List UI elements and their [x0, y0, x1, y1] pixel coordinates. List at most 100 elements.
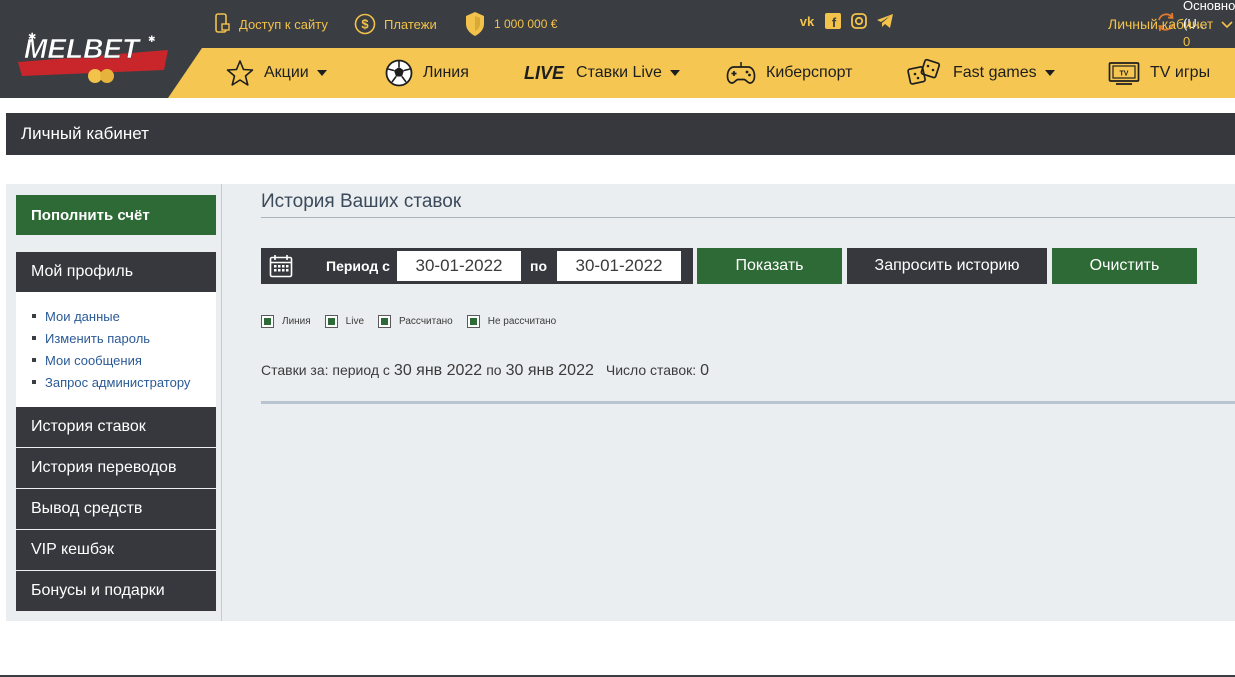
caret-down-icon: [316, 70, 327, 76]
nav-tv-games-label: TV игры: [1150, 64, 1211, 81]
submenu-item-my-data[interactable]: Мои данные: [16, 305, 216, 327]
checkbox-box[interactable]: [378, 315, 392, 328]
bets-summary: Ставки за: период с 30 янв 2022 по 30 ян…: [261, 362, 709, 380]
chevron-down-icon: [1221, 16, 1233, 32]
submenu-item-label: Мои сообщения: [45, 352, 142, 368]
melbet-logo[interactable]: MELBET ✱ ✱: [18, 30, 168, 86]
nav-live[interactable]: LIVE Ставки Live: [524, 48, 680, 98]
site-access-link[interactable]: Доступ к сайту: [213, 0, 328, 48]
telegram-icon[interactable]: [876, 12, 894, 30]
logo-graphic: MELBET ✱ ✱: [18, 32, 168, 83]
nav-tv-games[interactable]: TV TV игры: [1108, 48, 1210, 98]
instagram-icon[interactable]: [850, 12, 868, 30]
sidebar-item-vip-cashback[interactable]: VIP кешбэк: [16, 530, 216, 570]
sidebar-divider: [221, 184, 222, 621]
bet-count-label: Число ставок:: [605, 362, 697, 378]
checkbox-box[interactable]: [261, 315, 274, 328]
svg-text:✱: ✱: [28, 32, 36, 43]
sidebar-item-bonuses[interactable]: Бонусы и подарки: [16, 571, 216, 611]
sidebar-item-transfer-history[interactable]: История переводов: [16, 448, 216, 488]
checkbox-live[interactable]: Live: [324, 315, 365, 328]
svg-text:✱: ✱: [148, 34, 156, 44]
date-from-input[interactable]: [397, 251, 521, 281]
checkbox-unsettled[interactable]: Не рассчитано: [466, 315, 557, 328]
period-filter: Период с по: [261, 248, 693, 284]
checkbox-box[interactable]: [466, 315, 480, 328]
top-utility-bar: Доступ к сайту $ Платежи 1 000 000 € vk …: [210, 0, 1235, 49]
submenu-item-messages[interactable]: Мои сообщения: [16, 349, 216, 371]
account-content: Пополнить счёт Мой профиль Мои данные Из…: [6, 184, 1235, 621]
caret-down-icon: [669, 70, 680, 76]
checkbox-label: Линия: [282, 316, 311, 327]
bonus-label: 1 000 000 €: [494, 17, 558, 31]
nav-esports-label: Киберспорт: [766, 64, 853, 81]
live-badge: LIVE: [524, 62, 565, 83]
site-access-label: Доступ к сайту: [239, 16, 328, 32]
nav-esports[interactable]: Киберспорт: [726, 48, 852, 98]
sidebar-item-withdrawal[interactable]: Вывод средств: [16, 489, 216, 529]
checkbox-label: Live: [345, 316, 365, 327]
bet-history-panel: История Ваших ставок Период с по Показат…: [261, 184, 1235, 621]
main-nav: Акции Линия LIVE Ставки Live Киберспорт …: [168, 48, 1235, 98]
submenu-item-label: Запрос администратору: [45, 374, 191, 390]
site-header: MELBET ✱ ✱ Доступ к сайту $ Платежи 1 00…: [0, 0, 1235, 98]
show-button[interactable]: Показать: [697, 248, 842, 284]
checkbox-line[interactable]: Линия: [261, 315, 311, 328]
submenu-item-label: Мои данные: [45, 308, 120, 324]
checkbox-box[interactable]: [324, 315, 338, 328]
checkbox-settled[interactable]: Рассчитано: [378, 315, 453, 328]
tv-icon: TV: [1108, 60, 1140, 86]
title-divider: [261, 217, 1235, 218]
payments-label: Платежи: [384, 16, 437, 32]
summary-date-from: 30 янв 2022: [393, 362, 483, 379]
bullet-icon: [32, 336, 36, 340]
caret-down-icon: [1044, 70, 1055, 76]
nav-fast-games[interactable]: Fast games: [907, 48, 1055, 98]
checkbox-label: Рассчитано: [399, 316, 453, 327]
social-links: vk f: [798, 12, 894, 30]
deposit-button[interactable]: Пополнить счёт: [16, 195, 216, 235]
summary-middle: по: [486, 362, 502, 378]
sidebar-item-bet-history[interactable]: История ставок: [16, 407, 216, 447]
vk-icon[interactable]: vk: [798, 12, 816, 30]
nav-promotions-label: Акции: [264, 64, 309, 81]
bullet-icon: [32, 358, 36, 362]
svg-text:f: f: [832, 15, 837, 29]
checkbox-label: Не рассчитано: [487, 316, 557, 327]
clear-button[interactable]: Очистить: [1052, 248, 1197, 284]
gamepad-icon: [726, 60, 756, 86]
submenu-item-admin-request[interactable]: Запрос администратору: [16, 371, 216, 393]
profile-submenu: Мои данные Изменить пароль Мои сообщения…: [16, 292, 216, 407]
bullet-icon: [32, 380, 36, 384]
section-title: История Ваших ставок: [261, 191, 462, 212]
bullet-icon: [32, 314, 36, 318]
page-title: Личный кабинет: [6, 113, 1235, 155]
shield-icon: [464, 11, 486, 37]
dice-icon: [907, 58, 943, 88]
bet-type-filters: Линия Live Рассчитано Не рассчитано: [261, 315, 570, 328]
facebook-icon[interactable]: f: [824, 12, 842, 30]
account-sidebar: Пополнить счёт Мой профиль Мои данные Из…: [6, 184, 222, 621]
date-to-input[interactable]: [557, 251, 681, 281]
summary-prefix: Ставки за: период с: [261, 362, 390, 378]
nav-line[interactable]: Линия: [385, 48, 469, 98]
personal-cabinet-link[interactable]: Личный кабинет: [1108, 0, 1233, 48]
period-from-label: Период с: [326, 258, 390, 274]
request-history-button[interactable]: Запросить историю: [847, 248, 1047, 284]
summary-divider: [261, 401, 1235, 404]
personal-cabinet-label: Личный кабинет: [1108, 16, 1214, 32]
calendar-icon[interactable]: [269, 254, 293, 283]
svg-text:TV: TV: [1120, 71, 1129, 78]
nav-live-label: Ставки Live: [576, 64, 662, 81]
nav-promotions[interactable]: Акции: [226, 48, 327, 98]
nav-fast-games-label: Fast games: [953, 64, 1037, 81]
period-to-label: по: [530, 258, 548, 274]
bonus-link[interactable]: 1 000 000 €: [464, 0, 557, 48]
dollar-coin-icon: $: [354, 13, 376, 35]
logo-text: MELBET: [24, 33, 142, 64]
payments-link[interactable]: $ Платежи: [354, 0, 437, 48]
nav-line-label: Линия: [423, 64, 469, 81]
svg-text:$: $: [361, 17, 369, 32]
submenu-item-change-password[interactable]: Изменить пароль: [16, 327, 216, 349]
sidebar-item-profile[interactable]: Мой профиль: [16, 252, 216, 292]
